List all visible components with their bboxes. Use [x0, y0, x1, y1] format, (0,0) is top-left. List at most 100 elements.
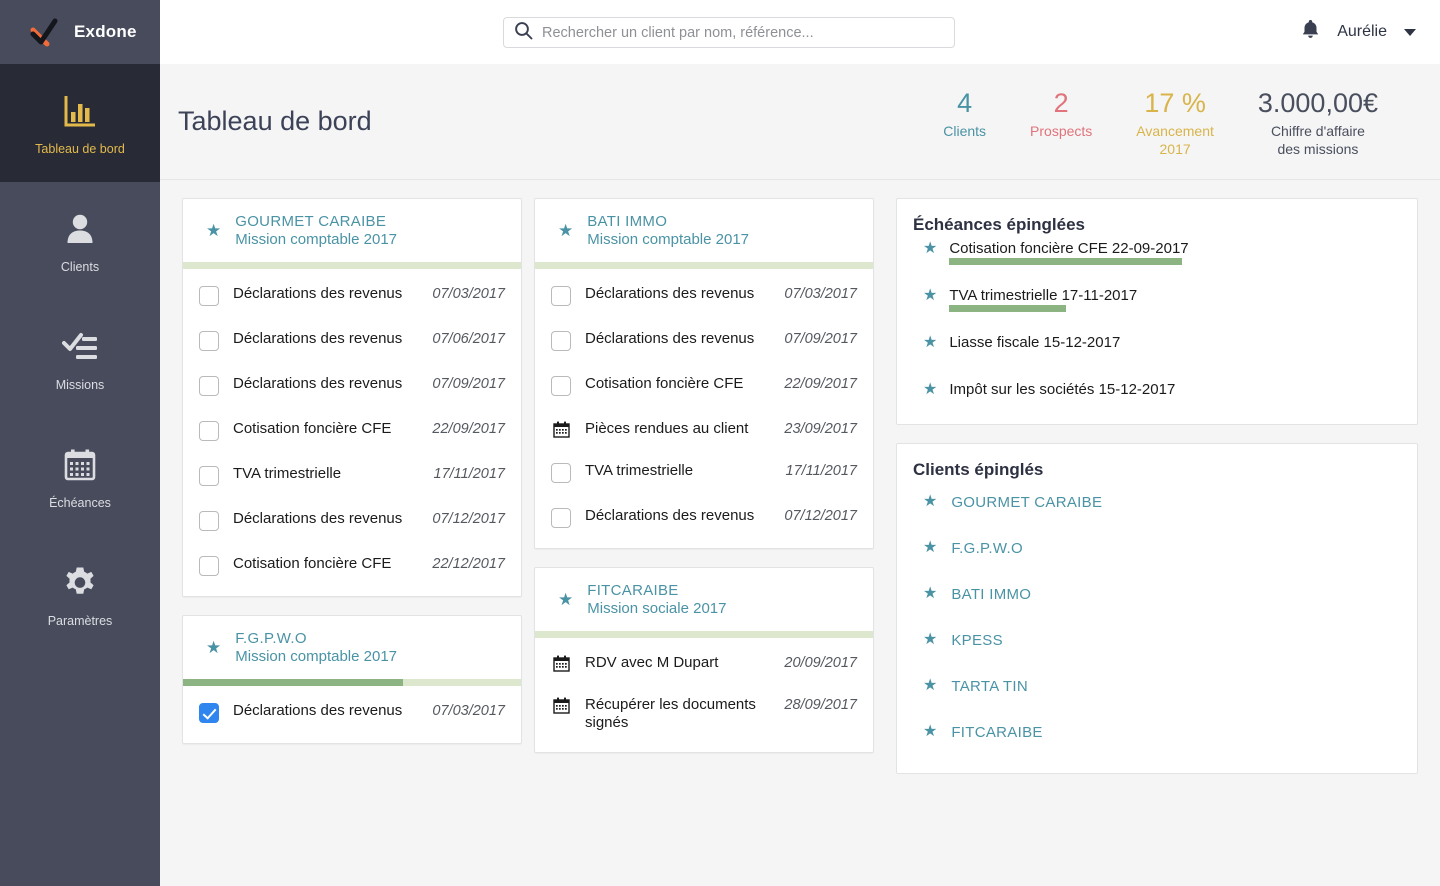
star-icon[interactable]: ★	[923, 492, 937, 512]
task-row[interactable]: Cotisation foncière CFE 22/09/2017	[183, 408, 521, 453]
mission-card-header[interactable]: ★ FITCARAIBE Mission sociale 2017	[535, 568, 873, 631]
star-icon[interactable]: ★	[923, 538, 937, 558]
pinned-deadline-row[interactable]: ★ Cotisation foncière CFE 22-09-2017	[913, 237, 1397, 265]
task-row[interactable]: Cotisation foncière CFE 22/12/2017	[183, 543, 521, 588]
checklist-icon	[62, 327, 98, 367]
dashboard-board: ★ GOURMET CARAIBE Mission comptable 2017 Dé…	[160, 180, 1440, 886]
pinned-deadline-row[interactable]: ★ Impôt sur les sociétés 15-12-2017	[913, 378, 1397, 406]
mission-card-header[interactable]: ★ BATI IMMO Mission comptable 2017	[535, 199, 873, 262]
task-row[interactable]: Déclarations des revenus 07/09/2017	[535, 318, 873, 363]
stat-label-line2: des missions	[1277, 140, 1359, 157]
pinned-deadline-label: TVA trimestrielle 17-11-2017	[949, 287, 1138, 304]
task-name: Récupérer les documents signés	[585, 696, 756, 731]
sidebar-item-tableau-de-bord[interactable]: Tableau de bord	[0, 64, 160, 182]
sidebar-item-clients[interactable]: Clients	[0, 182, 160, 300]
mission-card: ★ FITCARAIBE Mission sociale 2017 RDV avec …	[534, 567, 874, 753]
stat-value: 17 %	[1144, 87, 1206, 118]
task-name: Déclarations des revenus	[233, 702, 403, 719]
task-row[interactable]: Déclarations des revenus 07/03/2017	[183, 273, 521, 318]
star-icon[interactable]: ★	[923, 676, 937, 696]
task-row[interactable]: RDV avec M Dupart 20/09/2017	[535, 642, 873, 684]
task-date: 23/09/2017	[784, 421, 857, 437]
brand[interactable]: Exdone	[0, 0, 160, 64]
stat-clients: 4 Clients	[921, 86, 1008, 140]
task-checkbox[interactable]	[551, 286, 571, 306]
star-icon[interactable]: ★	[547, 222, 573, 239]
mission-card-header[interactable]: ★ GOURMET CARAIBE Mission comptable 2017	[183, 199, 521, 262]
task-row[interactable]: Déclarations des revenus 07/06/2017	[183, 318, 521, 363]
task-row[interactable]: Déclarations des revenus 07/03/2017	[535, 273, 873, 318]
task-row[interactable]: Déclarations des revenus 07/12/2017	[183, 498, 521, 543]
sidebar-item-echeances[interactable]: Échéances	[0, 418, 160, 536]
task-list: Déclarations des revenus 07/03/2017	[183, 686, 521, 743]
star-icon[interactable]: ★	[195, 222, 221, 239]
star-icon[interactable]: ★	[923, 584, 937, 604]
task-name: RDV avec M Dupart	[585, 654, 719, 671]
user-icon	[63, 209, 97, 249]
panel-title: Clients épinglés	[913, 460, 1044, 479]
task-row[interactable]: Récupérer les documents signés 28/09/2017	[535, 684, 873, 744]
mission-progress-bar	[183, 679, 521, 686]
task-checkbox[interactable]	[551, 376, 571, 396]
task-checkbox[interactable]	[199, 556, 219, 576]
task-checkbox[interactable]	[551, 463, 571, 483]
task-checkbox[interactable]	[199, 376, 219, 396]
task-checkbox[interactable]	[551, 331, 571, 351]
task-row[interactable]: Déclarations des revenus 07/12/2017	[535, 495, 873, 540]
sidebar-item-missions[interactable]: Missions	[0, 300, 160, 418]
star-icon[interactable]: ★	[923, 630, 937, 650]
task-list: Déclarations des revenus 07/03/2017 Déclar…	[535, 269, 873, 548]
chevron-down-icon[interactable]	[1404, 28, 1416, 36]
pinned-deadline-label: Impôt sur les sociétés 15-12-2017	[949, 381, 1176, 398]
task-row[interactable]: Déclarations des revenus 07/09/2017	[183, 363, 521, 408]
deadline-progress-bar	[949, 399, 1397, 406]
calendar-icon	[63, 445, 97, 485]
pinned-client-row[interactable]: ★ F.G.P.W.O	[913, 525, 1397, 571]
task-row[interactable]: Déclarations des revenus 07/03/2017	[183, 690, 521, 735]
task-checkbox[interactable]	[199, 703, 219, 723]
user-name[interactable]: Aurélie	[1337, 23, 1387, 41]
task-checkbox[interactable]	[199, 286, 219, 306]
task-date: 22/12/2017	[432, 556, 505, 572]
app-root: Exdone Tableau de bord Clients Missions …	[0, 0, 1440, 886]
pinned-client-row[interactable]: ★ TARTA TIN	[913, 663, 1397, 709]
star-icon[interactable]: ★	[195, 639, 221, 656]
star-icon[interactable]: ★	[923, 333, 937, 353]
task-checkbox[interactable]	[199, 466, 219, 486]
pinned-client-row[interactable]: ★ FITCARAIBE	[913, 709, 1397, 755]
task-checkbox[interactable]	[199, 331, 219, 351]
mission-card-header[interactable]: ★ F.G.P.W.O Mission comptable 2017	[183, 616, 521, 679]
bell-icon[interactable]	[1301, 19, 1320, 45]
star-icon[interactable]: ★	[923, 722, 937, 742]
stat-prospects: 2 Prospects	[1008, 86, 1114, 140]
star-icon[interactable]: ★	[923, 239, 937, 259]
task-date: 07/03/2017	[784, 286, 857, 302]
task-row[interactable]: TVA trimestrielle 17/11/2017	[183, 453, 521, 498]
pinned-client-row[interactable]: ★ BATI IMMO	[913, 571, 1397, 617]
task-checkbox[interactable]	[199, 511, 219, 531]
task-row[interactable]: Cotisation foncière CFE 22/09/2017	[535, 363, 873, 408]
star-icon[interactable]: ★	[923, 286, 937, 306]
star-icon[interactable]: ★	[923, 380, 937, 400]
task-row[interactable]: Pièces rendues au client 23/09/2017	[535, 408, 873, 450]
pinned-client-row[interactable]: ★ KPESS	[913, 617, 1397, 663]
task-name: Déclarations des revenus	[233, 330, 403, 347]
task-checkbox[interactable]	[199, 421, 219, 441]
sidebar-item-label: Tableau de bord	[35, 141, 125, 156]
sidebar-item-parametres[interactable]: Paramètres	[0, 536, 160, 654]
task-date: 07/03/2017	[432, 286, 505, 302]
star-icon[interactable]: ★	[547, 591, 573, 608]
pinned-deadline-row[interactable]: ★ TVA trimestrielle 17-11-2017	[913, 284, 1397, 312]
task-date: 07/12/2017	[784, 508, 857, 524]
board-column-2: ★ BATI IMMO Mission comptable 2017 Déclarat…	[534, 198, 874, 753]
pinned-client-row[interactable]: ★ GOURMET CARAIBE	[913, 482, 1397, 525]
task-checkbox[interactable]	[551, 508, 571, 528]
task-row[interactable]: TVA trimestrielle 17/11/2017	[535, 450, 873, 495]
search-input[interactable]	[533, 24, 954, 41]
mission-progress-bar	[183, 262, 521, 269]
task-date: 07/09/2017	[784, 331, 857, 347]
search-bar[interactable]	[503, 17, 955, 48]
stat-value: 2	[1053, 87, 1069, 118]
pinned-deadline-row[interactable]: ★ Liasse fiscale 15-12-2017	[913, 331, 1397, 359]
task-date: 22/09/2017	[432, 421, 505, 437]
